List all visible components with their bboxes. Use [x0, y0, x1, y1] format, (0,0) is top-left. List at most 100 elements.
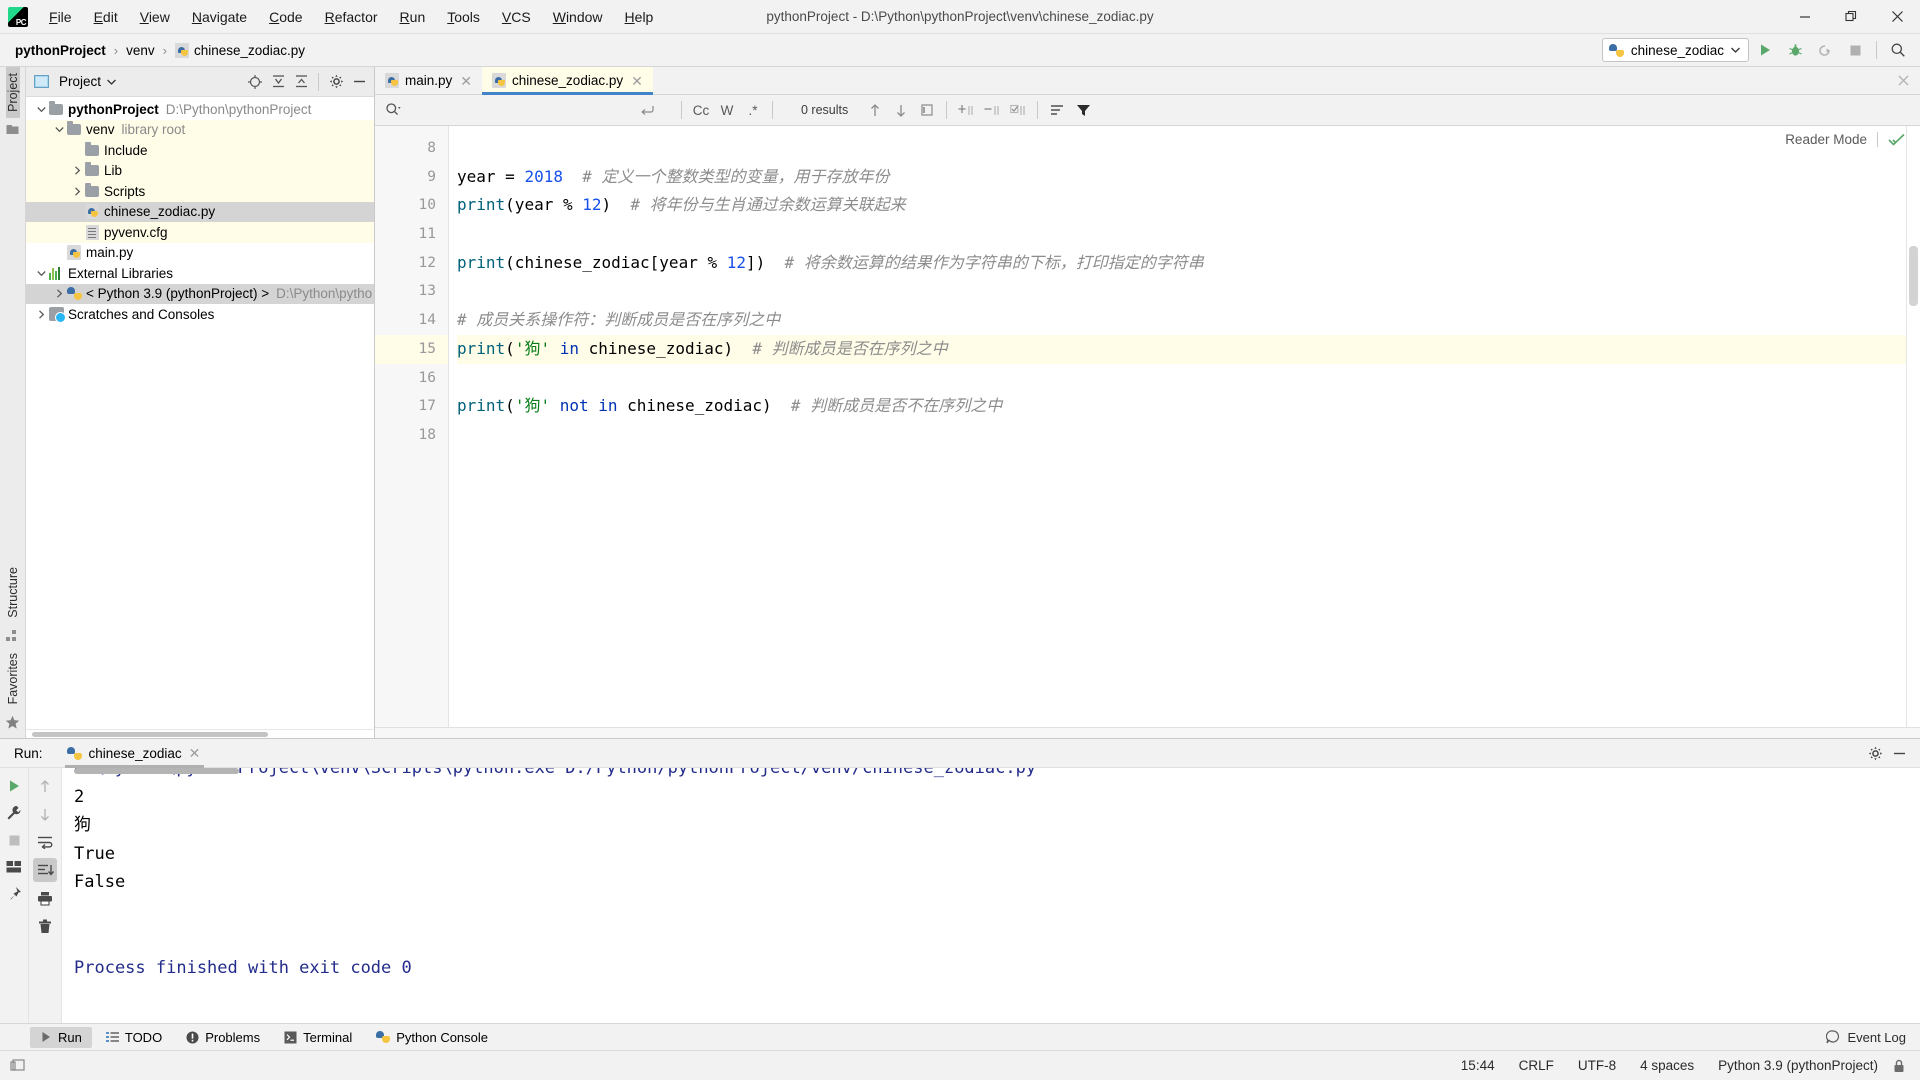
return-icon[interactable] [634, 98, 660, 122]
rerun-button[interactable] [2, 774, 26, 798]
tree-item-external-libraries[interactable]: External Libraries [26, 263, 374, 284]
pin-icon[interactable] [2, 882, 26, 906]
tree-item-pyvenv-cfg[interactable]: pyvenv.cfg [26, 222, 374, 243]
project-horizontal-scrollbar[interactable] [26, 729, 374, 738]
sidebar-item-structure[interactable]: Structure [6, 561, 20, 624]
up-stacktrace-button[interactable] [33, 774, 57, 798]
minimize-icon[interactable] [1782, 0, 1828, 34]
soft-wrap-button[interactable] [33, 830, 57, 854]
collapse-all-button[interactable] [290, 71, 312, 93]
menu-item-code[interactable]: Code [258, 5, 313, 29]
code-area[interactable]: year = 2018 # 定义一个整数类型的变量，用于存放年份 print(ye… [449, 126, 1906, 727]
breadcrumb-item-2[interactable]: chinese_zodiac.py [172, 41, 308, 60]
hide-run-panel-button[interactable] [1888, 742, 1910, 764]
menu-item-view[interactable]: View [129, 5, 181, 29]
close-all-tabs-icon[interactable] [1897, 67, 1920, 94]
find-input-wrapper[interactable] [385, 98, 675, 122]
menu-item-edit[interactable]: Edit [83, 5, 129, 29]
close-icon[interactable]: ✕ [458, 74, 474, 88]
hide-panel-button[interactable] [348, 71, 370, 93]
close-icon[interactable] [1874, 0, 1920, 34]
chevron-down-icon[interactable] [107, 79, 116, 85]
breadcrumb-item-0[interactable]: pythonProject [12, 41, 109, 60]
menu-item-navigate[interactable]: Navigate [181, 5, 258, 29]
tree-item-include[interactable]: Include [26, 140, 374, 161]
checkmark-icon[interactable] [1888, 133, 1906, 147]
regex-toggle[interactable]: .* [740, 98, 766, 122]
status-item-0[interactable]: 15:44 [1461, 1058, 1495, 1073]
console-output[interactable]: D:\Python\pythonProject\venv\Scripts\pyt… [62, 768, 1920, 1023]
tree-item-scripts[interactable]: Scripts [26, 181, 374, 202]
structure-icon[interactable] [6, 629, 19, 642]
search-everywhere-button[interactable] [1884, 37, 1912, 63]
trash-icon[interactable] [33, 914, 57, 938]
check-lines-icon[interactable] [1005, 98, 1031, 122]
select-opened-file-button[interactable] [244, 71, 266, 93]
status-item-2[interactable]: UTF-8 [1578, 1058, 1616, 1073]
close-icon[interactable]: ✕ [629, 74, 645, 88]
scroll-to-end-button[interactable] [33, 858, 57, 882]
bottom-tab-terminal[interactable]: Terminal [274, 1027, 362, 1048]
words-toggle[interactable]: W [714, 98, 740, 122]
arrow-down-icon[interactable] [888, 98, 914, 122]
maximize-icon[interactable] [1828, 0, 1874, 34]
add-line-icon[interactable] [953, 98, 979, 122]
sidebar-item-project[interactable]: Project [5, 67, 20, 118]
menu-item-help[interactable]: Help [614, 5, 665, 29]
bottom-tab-problems[interactable]: Problems [176, 1027, 270, 1048]
tree-expand-arrow[interactable] [34, 269, 48, 278]
code-line-9[interactable]: year = 2018 # 定义一个整数类型的变量，用于存放年份 [457, 163, 1906, 192]
printer-icon[interactable] [33, 886, 57, 910]
code-line-12[interactable]: print(chinese_zodiac[year % 12]) # 将余数运算… [457, 249, 1906, 278]
tree-item-lib[interactable]: Lib [26, 160, 374, 181]
menu-item-window[interactable]: Window [542, 5, 614, 29]
select-all-occurrences-icon[interactable] [914, 98, 940, 122]
editor-scrollbar[interactable] [1906, 126, 1920, 727]
filter-icon[interactable] [1070, 98, 1096, 122]
bottom-tab-python-console[interactable]: Python Console [366, 1027, 498, 1048]
run-tab[interactable]: chinese_zodiac ✕ [64, 739, 207, 768]
code-line-14[interactable]: # 成员关系操作符：判断成员是否在序列之中 [457, 306, 1906, 335]
tree-expand-arrow[interactable] [70, 166, 84, 175]
menu-item-refactor[interactable]: Refactor [314, 5, 389, 29]
breadcrumb-item-1[interactable]: venv [123, 41, 158, 60]
menu-item-run[interactable]: Run [389, 5, 437, 29]
code-line-10[interactable]: print(year % 12) # 将年份与生肖通过余数运算关联起来 [457, 191, 1906, 220]
layout-icon[interactable] [2, 855, 26, 879]
debug-button[interactable] [1781, 37, 1809, 63]
match-case-toggle[interactable]: Cc [688, 98, 714, 122]
tree-item-main-py[interactable]: main.py [26, 243, 374, 264]
status-item-4[interactable]: Python 3.9 (pythonProject) [1718, 1058, 1878, 1073]
bottom-tab-run[interactable]: Run [30, 1026, 92, 1048]
code-line-8[interactable] [457, 134, 1906, 163]
sidebar-item-favorites[interactable]: Favorites [6, 647, 20, 710]
gear-icon[interactable] [325, 71, 347, 93]
stop-process-button[interactable] [2, 828, 26, 852]
close-icon[interactable]: ✕ [189, 745, 201, 762]
tree-expand-arrow[interactable] [52, 289, 66, 298]
code-line-11[interactable] [457, 220, 1906, 249]
editor-tab-chinese_zodiac-py[interactable]: chinese_zodiac.py ✕ [482, 67, 653, 95]
editor-horizontal-scrollbar[interactable] [375, 727, 1920, 738]
tree-item-scratches-and-consoles[interactable]: Scratches and Consoles [26, 304, 374, 325]
menu-item-file[interactable]: File [38, 5, 83, 29]
code-line-18[interactable] [457, 421, 1906, 450]
code-line-17[interactable]: print('狗' not in chinese_zodiac) # 判断成员是… [457, 392, 1906, 421]
tree-item-pythonproject[interactable]: pythonProject D:\Python\pythonProject [26, 99, 374, 120]
menu-item-tools[interactable]: Tools [436, 5, 491, 29]
tree-expand-arrow[interactable] [52, 125, 66, 134]
arrow-up-icon[interactable] [862, 98, 888, 122]
code-line-13[interactable] [457, 277, 1906, 306]
down-stacktrace-button[interactable] [33, 802, 57, 826]
wrench-icon[interactable] [2, 801, 26, 825]
search-input[interactable] [408, 102, 628, 118]
run-configuration-selector[interactable]: chinese_zodiac [1601, 38, 1749, 62]
star-icon[interactable] [5, 715, 20, 730]
stop-button[interactable] [1841, 37, 1869, 63]
bookmark-icon[interactable] [6, 123, 19, 135]
status-item-1[interactable]: CRLF [1519, 1058, 1554, 1073]
bottom-tab-todo[interactable]: TODO [96, 1027, 172, 1048]
search-dropdown-icon[interactable] [385, 102, 402, 118]
tree-item-chinese-zodiac-py[interactable]: chinese_zodiac.py [26, 201, 374, 222]
tree-expand-arrow[interactable] [70, 187, 84, 196]
